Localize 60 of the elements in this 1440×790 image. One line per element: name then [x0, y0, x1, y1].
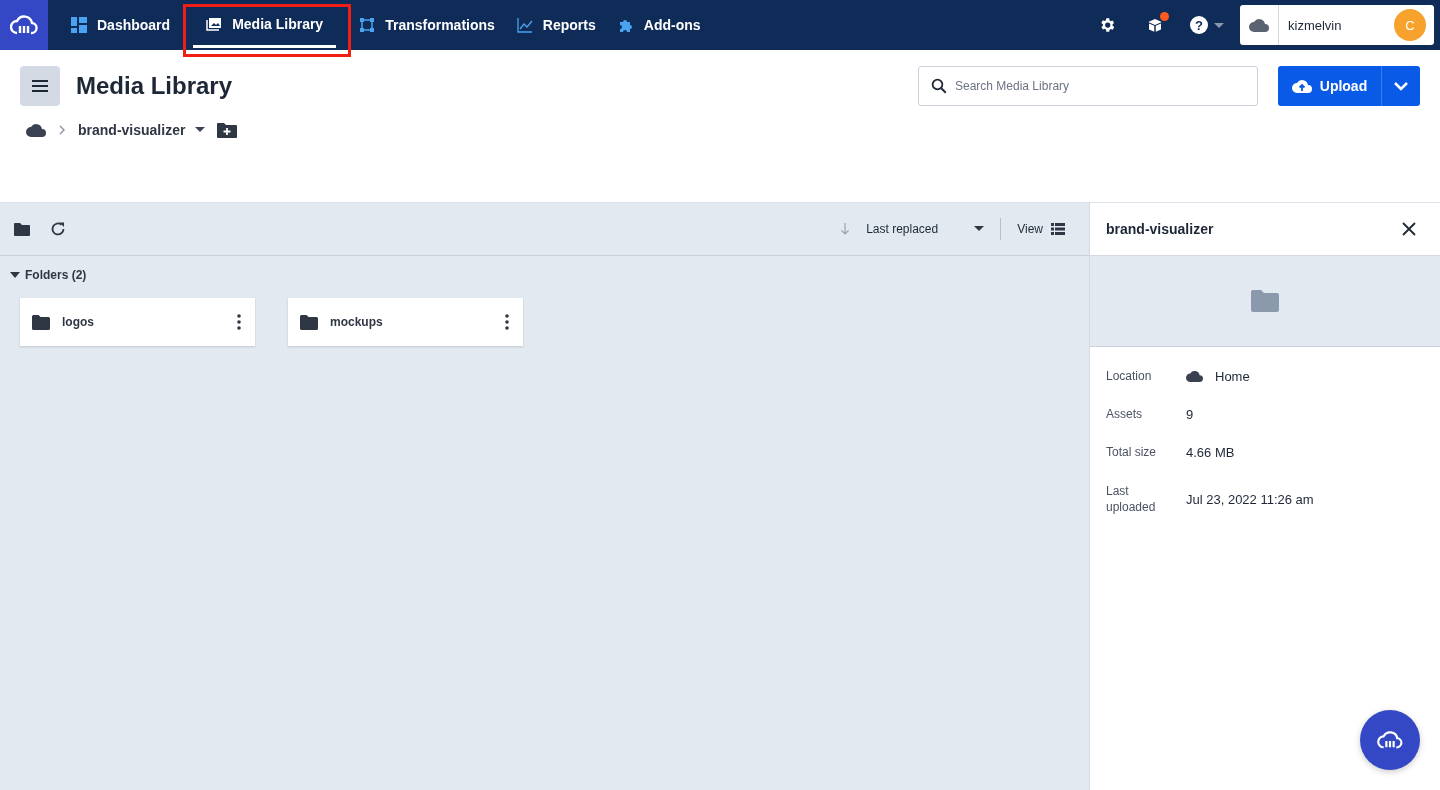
detail-value: Home — [1215, 368, 1250, 384]
chevron-right-icon — [58, 125, 66, 135]
list-icon — [1051, 223, 1065, 235]
folder-icon[interactable] — [14, 222, 30, 236]
cloud-upload-icon — [1291, 79, 1312, 93]
page-title: Media Library — [76, 72, 233, 100]
folder-icon — [300, 314, 318, 330]
detail-value: 9 — [1186, 406, 1194, 422]
folder-icon — [32, 314, 50, 330]
cloud-icon — [1186, 370, 1203, 382]
cloud-logo-icon — [1376, 730, 1404, 750]
nav-tab[interactable]: Add-ons — [606, 0, 712, 50]
caret-icon — [10, 272, 20, 278]
detail-label: Total size — [1106, 444, 1158, 460]
nav-tab[interactable]: Dashboard — [60, 0, 182, 50]
new-folder-icon[interactable] — [217, 122, 238, 138]
folder-name: mockups — [330, 315, 384, 329]
folder-card[interactable]: logos — [20, 298, 255, 346]
crop-icon — [359, 17, 376, 33]
close-icon[interactable] — [1402, 222, 1416, 236]
nav-tab[interactable]: Media Library — [193, 2, 337, 48]
avatar: C — [1394, 9, 1426, 41]
account-menu[interactable]: kizmelvin C — [1240, 5, 1434, 45]
dashboard-icon — [71, 17, 87, 33]
more-options-icon[interactable] — [237, 314, 241, 330]
caret-icon[interactable] — [195, 127, 206, 133]
folders-section-toggle[interactable]: Folders (2) — [10, 268, 87, 282]
search-icon — [930, 77, 948, 95]
menu-button[interactable] — [20, 66, 60, 106]
detail-label: Location — [1106, 368, 1153, 384]
upload-options-button[interactable] — [1381, 66, 1420, 106]
nav-tab[interactable]: Reports — [505, 0, 607, 50]
upload-button[interactable]: Upload — [1278, 66, 1381, 106]
detail-value: 4.66 MB — [1186, 444, 1235, 460]
puzzle-icon — [617, 17, 634, 33]
package-icon[interactable] — [1146, 16, 1164, 34]
line-chart-icon — [516, 17, 533, 33]
images-icon — [206, 15, 223, 32]
caret-icon — [1214, 22, 1224, 28]
folder-name: logos — [62, 315, 95, 329]
folder-icon — [1251, 290, 1279, 312]
logo-icon[interactable] — [0, 0, 48, 50]
detail-label: Assets — [1106, 406, 1143, 422]
detail-label: Last uploaded — [1106, 483, 1157, 515]
view-button[interactable]: View — [1017, 222, 1065, 236]
more-options-icon[interactable] — [505, 314, 509, 330]
sort-dropdown[interactable]: Last replaced — [866, 222, 985, 236]
caret-icon — [974, 226, 985, 232]
cloud-icon — [1249, 18, 1269, 32]
refresh-icon[interactable] — [50, 221, 66, 237]
nav-tab[interactable]: Transformations — [348, 0, 506, 50]
folder-breadcrumb[interactable]: brand-visualizer — [78, 122, 186, 138]
account-name: kizmelvin — [1288, 17, 1343, 33]
cloud-icon[interactable] — [26, 123, 46, 137]
chevron-down-icon — [1393, 81, 1409, 91]
menu-icon — [32, 80, 48, 92]
panel-title: brand-visualizer — [1106, 221, 1214, 237]
search-field[interactable]: Search Media Library — [918, 66, 1258, 106]
detail-value: Jul 23, 2022 11:26 am — [1186, 491, 1314, 507]
folder-card[interactable]: mockups — [288, 298, 523, 346]
